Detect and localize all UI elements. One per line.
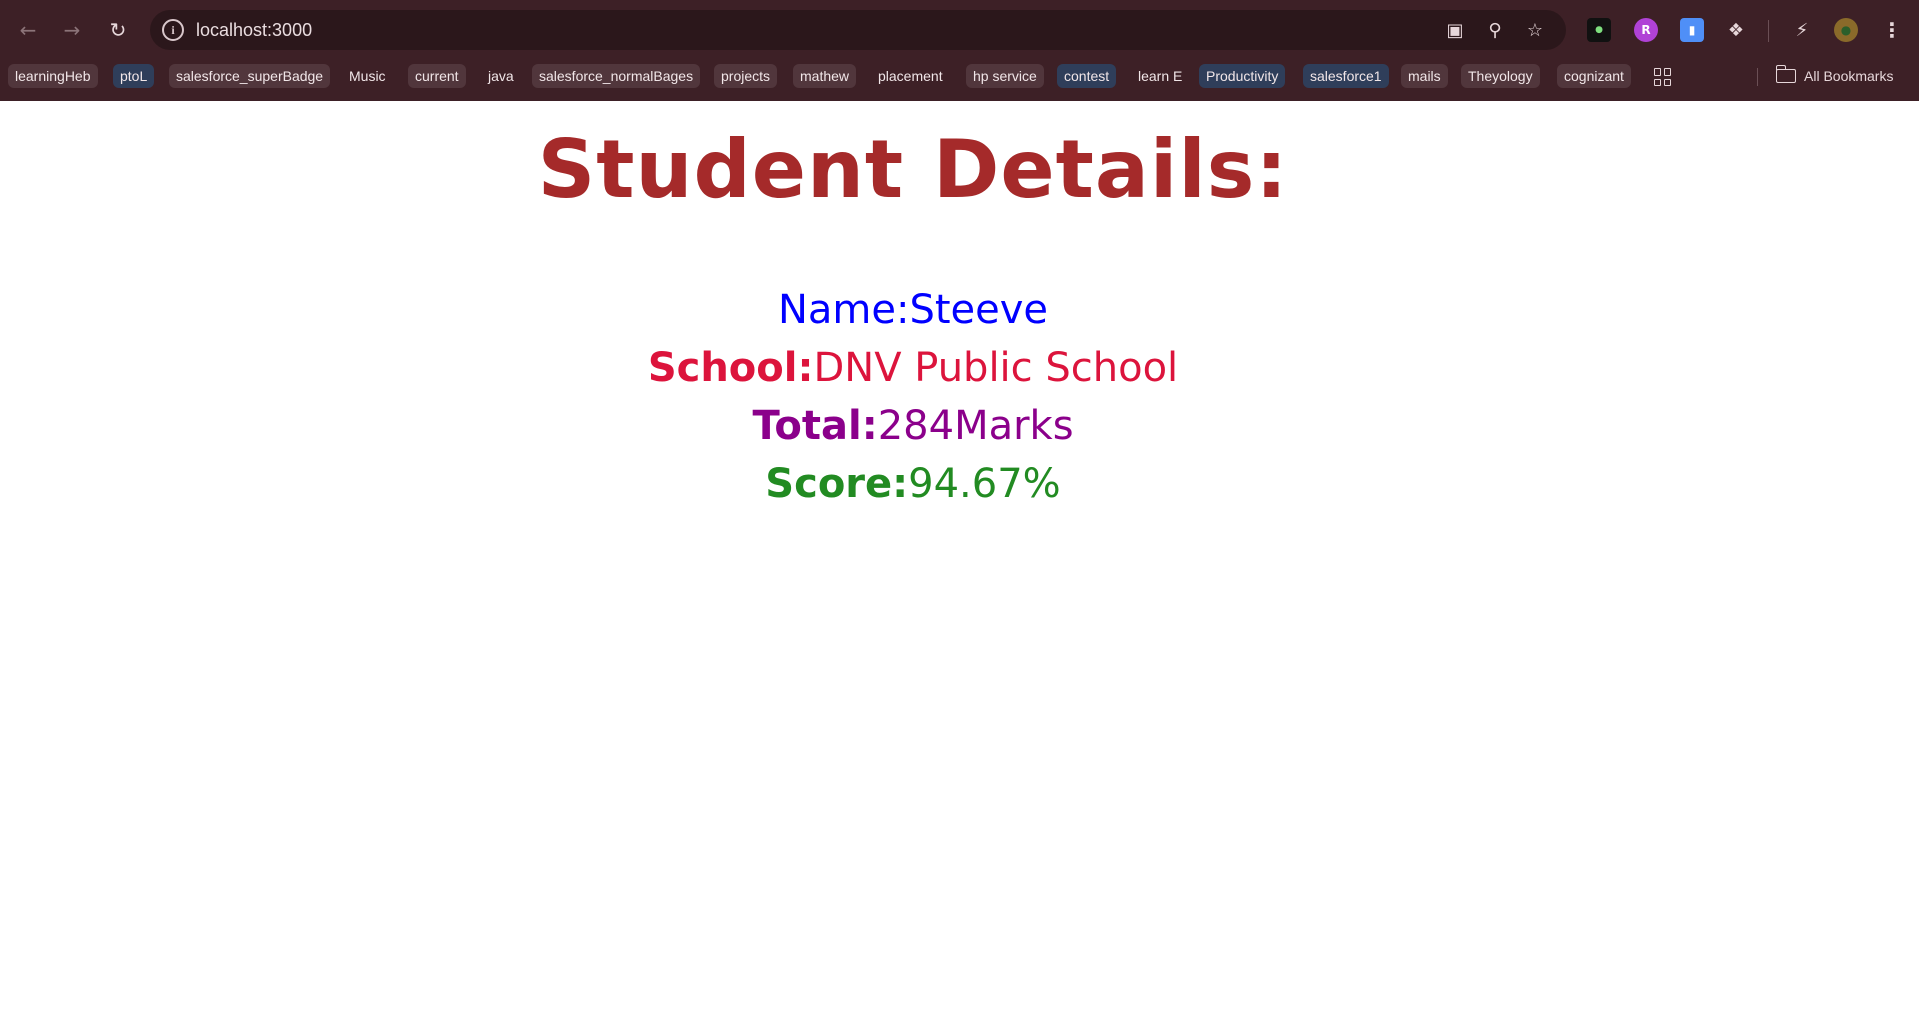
name-value: Steeve bbox=[909, 287, 1049, 333]
puzzle-icon[interactable]: ❖ bbox=[1724, 18, 1748, 42]
page-title: Student Details: bbox=[537, 123, 1289, 216]
bookmark-productivity[interactable]: Productivity bbox=[1199, 64, 1286, 88]
extension-icon-1[interactable]: ● bbox=[1587, 18, 1611, 42]
bookmark-salesforce-normalbages[interactable]: salesforce_normalBages bbox=[532, 64, 701, 88]
site-info-icon[interactable]: i bbox=[162, 19, 184, 41]
bookmark-music[interactable]: Music bbox=[342, 64, 393, 88]
detail-total: Total:284Marks bbox=[0, 397, 1826, 455]
school-label: School: bbox=[647, 345, 814, 391]
install-app-icon[interactable]: ▣ bbox=[1444, 19, 1466, 41]
bookmark-salesforce1[interactable]: salesforce1 bbox=[1303, 64, 1389, 88]
bookmark-cognizant[interactable]: cognizant bbox=[1557, 64, 1631, 88]
bookmark-mathew[interactable]: mathew bbox=[793, 64, 857, 88]
total-label: Total: bbox=[752, 403, 878, 449]
bookmark-hp-service[interactable]: hp service bbox=[966, 64, 1044, 88]
browser-chrome: ← → ↻ i localhost:3000 ▣ ⚲ ☆ ● R ▮ ❖ ⚡ ●… bbox=[0, 0, 1919, 101]
bookmarks-bar: learningHeb ptoL salesforce_superBadge M… bbox=[0, 62, 1919, 90]
bookmark-projects[interactable]: projects bbox=[714, 64, 778, 88]
bookmark-java[interactable]: java bbox=[481, 64, 521, 88]
bookmark-learningheb[interactable]: learningHeb bbox=[8, 64, 98, 88]
bookmark-mails[interactable]: mails bbox=[1401, 64, 1448, 88]
bookmark-contest[interactable]: contest bbox=[1057, 64, 1117, 88]
toolbar-divider bbox=[1768, 20, 1769, 42]
total-value: 284Marks bbox=[877, 403, 1074, 449]
all-bookmarks-button[interactable]: All Bookmarks bbox=[1775, 64, 1894, 88]
name-label: Name: bbox=[777, 287, 910, 333]
star-icon[interactable]: ☆ bbox=[1524, 19, 1546, 41]
address-bar[interactable]: i localhost:3000 ▣ ⚲ ☆ bbox=[150, 10, 1566, 50]
score-value: 94.67% bbox=[908, 461, 1061, 507]
bookmark-current[interactable]: current bbox=[408, 64, 466, 88]
avatar[interactable]: ● bbox=[1834, 18, 1858, 42]
extension-icon-3[interactable]: ▮ bbox=[1680, 18, 1704, 42]
back-icon[interactable]: ← bbox=[12, 14, 44, 46]
kebab-menu-icon[interactable]: ⋮ bbox=[1880, 18, 1904, 42]
page-content: Student Details: Name:Steeve School:DNV … bbox=[0, 101, 1919, 1030]
extension-icon-2[interactable]: R bbox=[1634, 18, 1658, 42]
bookmarks-divider bbox=[1757, 68, 1758, 86]
browser-toolbar: ← → ↻ i localhost:3000 ▣ ⚲ ☆ ● R ▮ ❖ ⚡ ●… bbox=[0, 0, 1919, 60]
student-details: Name:Steeve School:DNV Public School Tot… bbox=[0, 281, 1826, 513]
url-text[interactable]: localhost:3000 bbox=[196, 20, 312, 41]
performance-icon[interactable]: ⚡ bbox=[1790, 18, 1814, 42]
bookmark-salesforce-superbadge[interactable]: salesforce_superBadge bbox=[169, 64, 331, 88]
school-value: DNV Public School bbox=[813, 345, 1179, 391]
bookmark-placement[interactable]: placement bbox=[871, 64, 950, 88]
detail-name: Name:Steeve bbox=[0, 281, 1826, 339]
detail-school: School:DNV Public School bbox=[0, 339, 1826, 397]
score-label: Score: bbox=[765, 461, 909, 507]
detail-score: Score:94.67% bbox=[0, 455, 1826, 513]
bookmark-theyology[interactable]: Theyology bbox=[1461, 64, 1540, 88]
apps-grid-icon[interactable] bbox=[1654, 68, 1672, 86]
zoom-icon[interactable]: ⚲ bbox=[1484, 19, 1506, 41]
reload-icon[interactable]: ↻ bbox=[102, 14, 134, 46]
all-bookmarks-label: All Bookmarks bbox=[1804, 68, 1894, 84]
forward-icon[interactable]: → bbox=[56, 14, 88, 46]
bookmark-ptol[interactable]: ptoL bbox=[113, 64, 155, 88]
folder-icon bbox=[1775, 65, 1796, 83]
bookmark-learn-e[interactable]: learn E bbox=[1131, 64, 1189, 88]
